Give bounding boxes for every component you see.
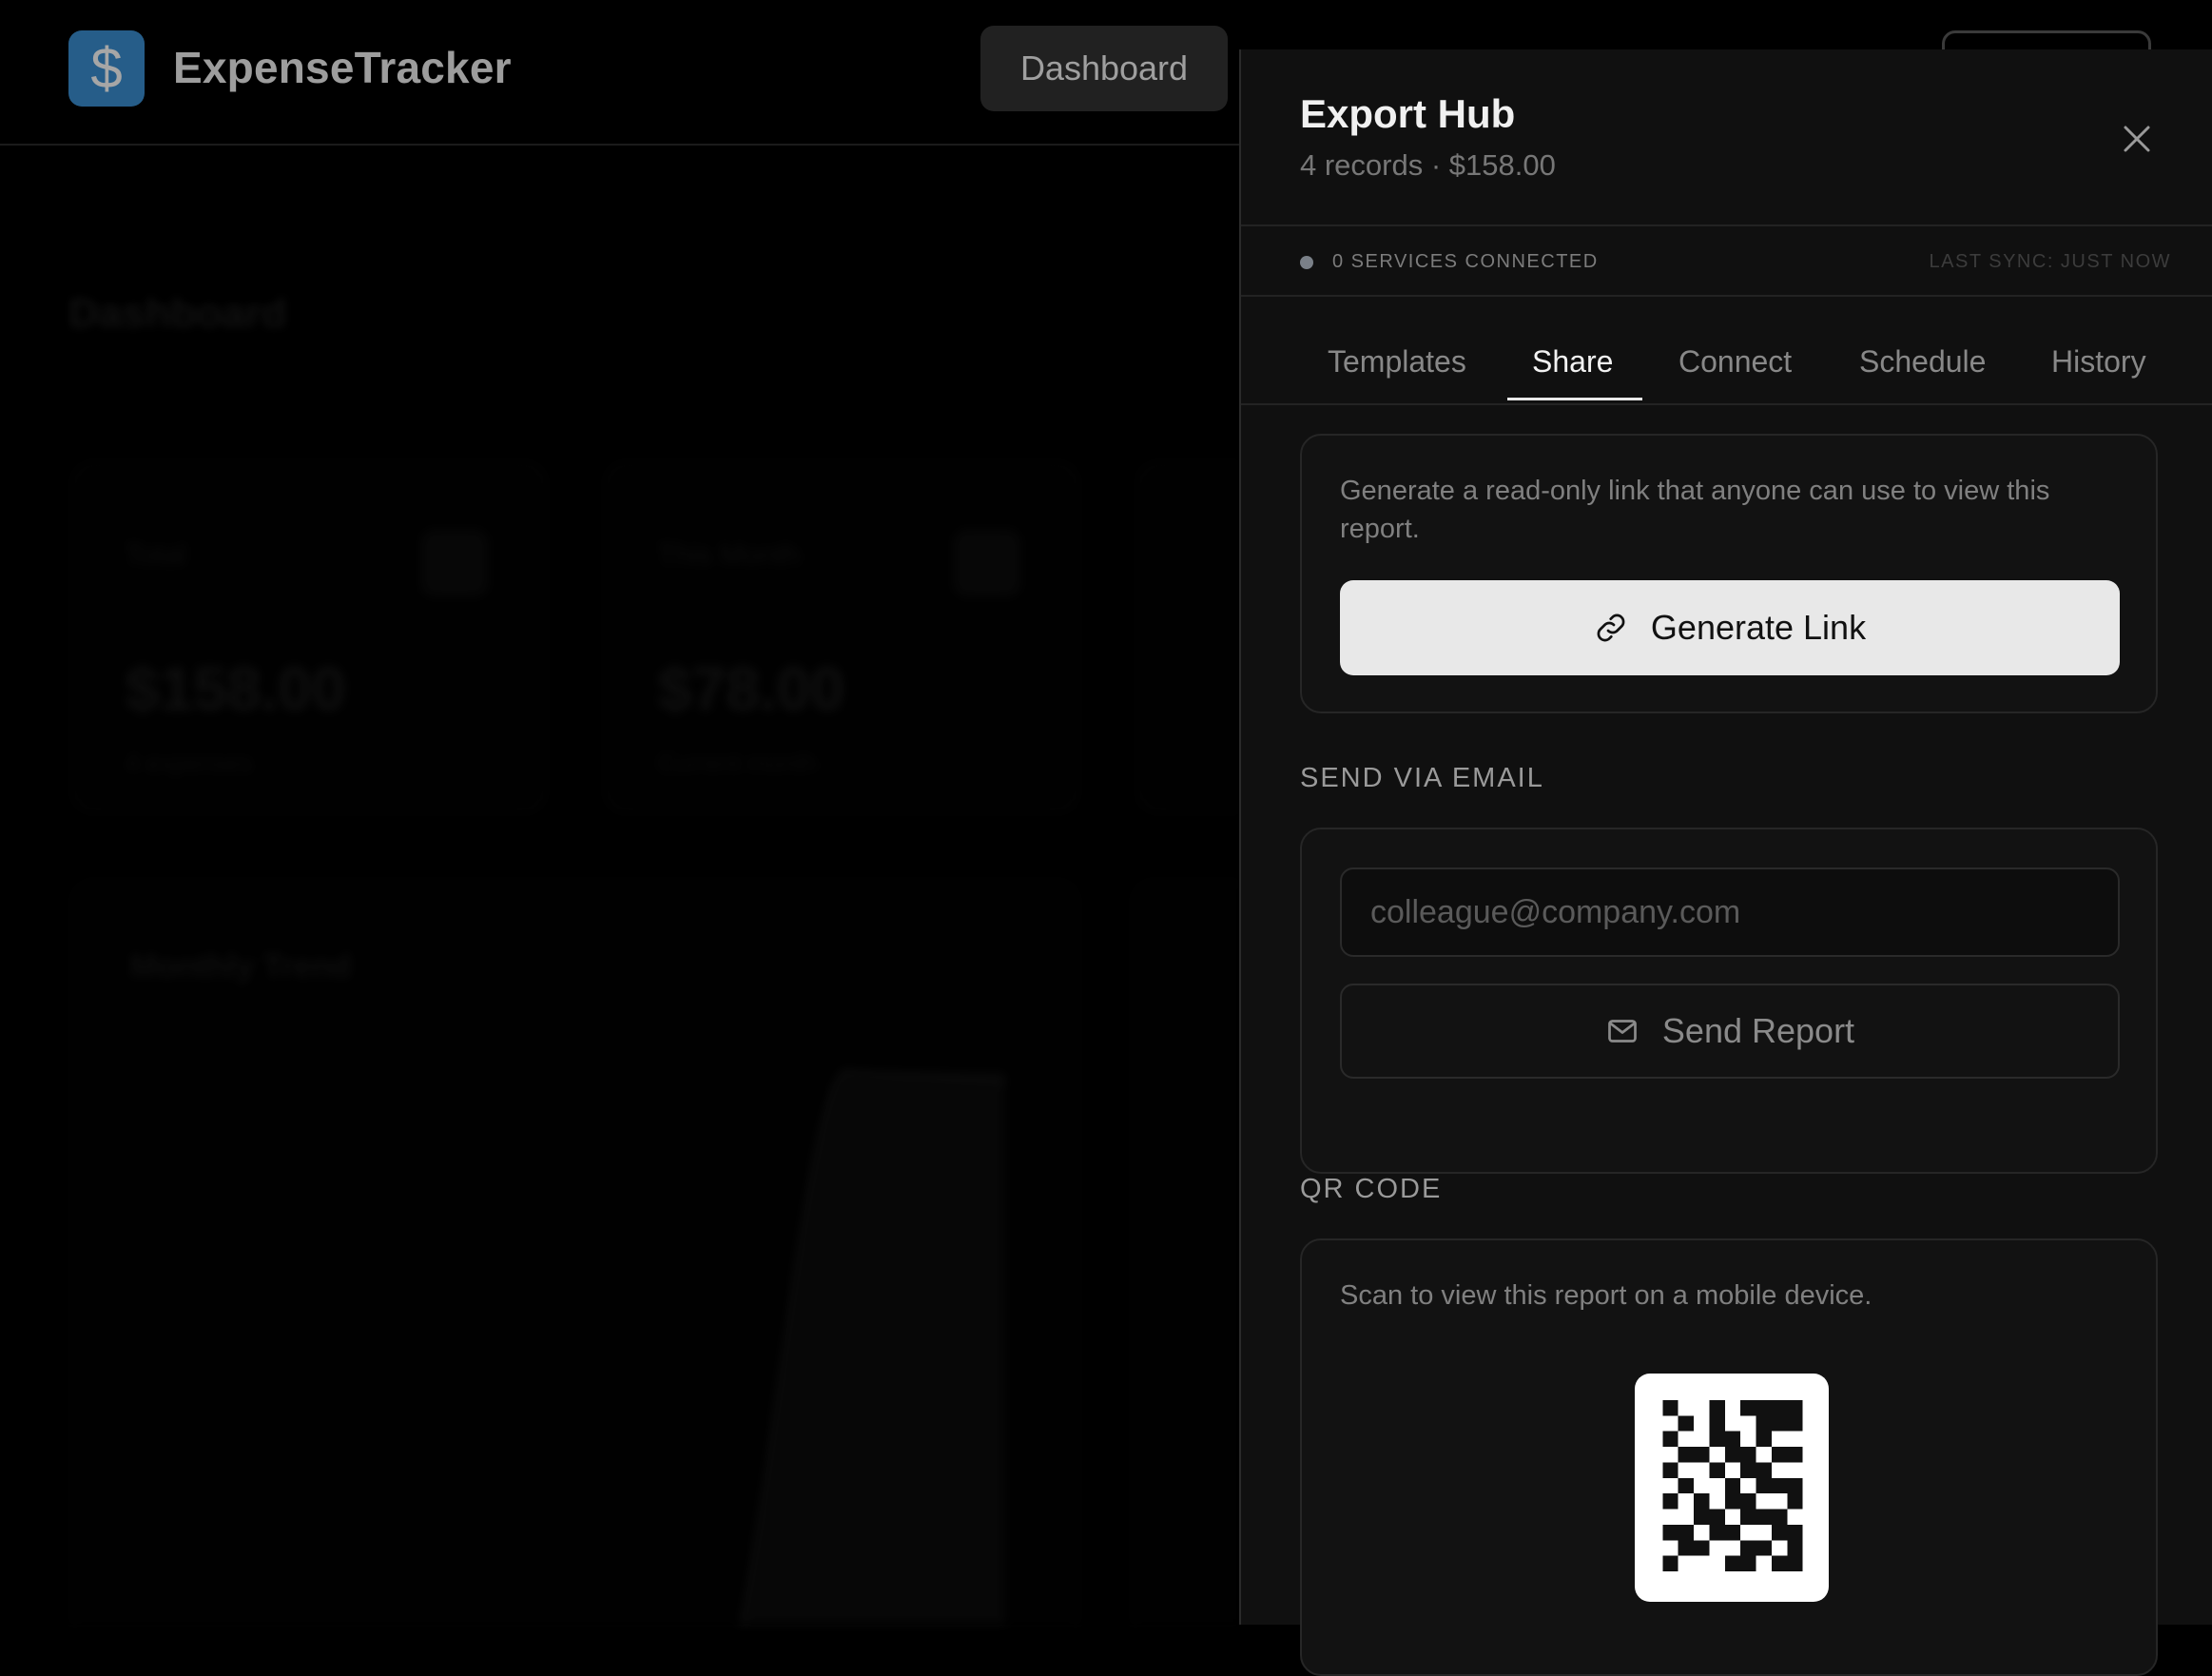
qr-code xyxy=(1635,1374,1829,1602)
divider xyxy=(1241,295,2212,297)
last-sync-text: LAST SYNC: JUST NOW xyxy=(1929,251,2171,272)
tab-bar: Templates Share Connect Schedule History xyxy=(1241,335,2212,403)
panel-title: Export Hub xyxy=(1300,91,1516,136)
status-dot-icon xyxy=(1300,256,1313,269)
tab-share[interactable]: Share xyxy=(1532,344,1613,380)
email-card: Send Report xyxy=(1300,828,2158,1174)
generate-link-label: Generate Link xyxy=(1650,608,1867,647)
qr-section-title: QR CODE xyxy=(1300,1174,1443,1204)
close-icon[interactable] xyxy=(2118,120,2156,158)
mail-icon xyxy=(1608,1020,1637,1043)
modal-scrim[interactable] xyxy=(0,0,1239,1625)
tab-templates[interactable]: Templates xyxy=(1328,344,1466,380)
divider xyxy=(1241,403,2212,405)
export-hub-panel: Export Hub 4 records · $158.00 0 SERVICE… xyxy=(1239,49,2212,1676)
share-description: Generate a read-only link that anyone ca… xyxy=(1340,476,2050,544)
qr-description: Scan to view this report on a mobile dev… xyxy=(1340,1280,1872,1311)
send-report-label: Send Report xyxy=(1661,1011,1855,1050)
tab-connect[interactable]: Connect xyxy=(1678,344,1792,380)
send-report-button[interactable]: Send Report xyxy=(1340,984,2120,1079)
panel-subtitle: 4 records · $158.00 xyxy=(1300,148,1556,182)
connection-status: 0 SERVICES CONNECTED LAST SYNC: JUST NOW xyxy=(1241,226,2212,295)
generate-link-button[interactable]: Generate Link xyxy=(1340,580,2120,675)
tab-schedule[interactable]: Schedule xyxy=(1859,344,1986,380)
status-text: 0 SERVICES CONNECTED xyxy=(1332,251,1599,272)
share-link-card: Generate a read-only link that anyone ca… xyxy=(1300,434,2158,713)
email-input[interactable] xyxy=(1340,867,2120,957)
qr-card: Scan to view this report on a mobile dev… xyxy=(1300,1238,2158,1676)
email-section-title: SEND VIA EMAIL xyxy=(1300,763,1544,793)
qr-code-pattern xyxy=(1662,1400,1803,1571)
tab-history[interactable]: History xyxy=(2051,344,2146,380)
active-tab-indicator xyxy=(1507,398,1642,400)
link-icon xyxy=(1597,614,1625,642)
